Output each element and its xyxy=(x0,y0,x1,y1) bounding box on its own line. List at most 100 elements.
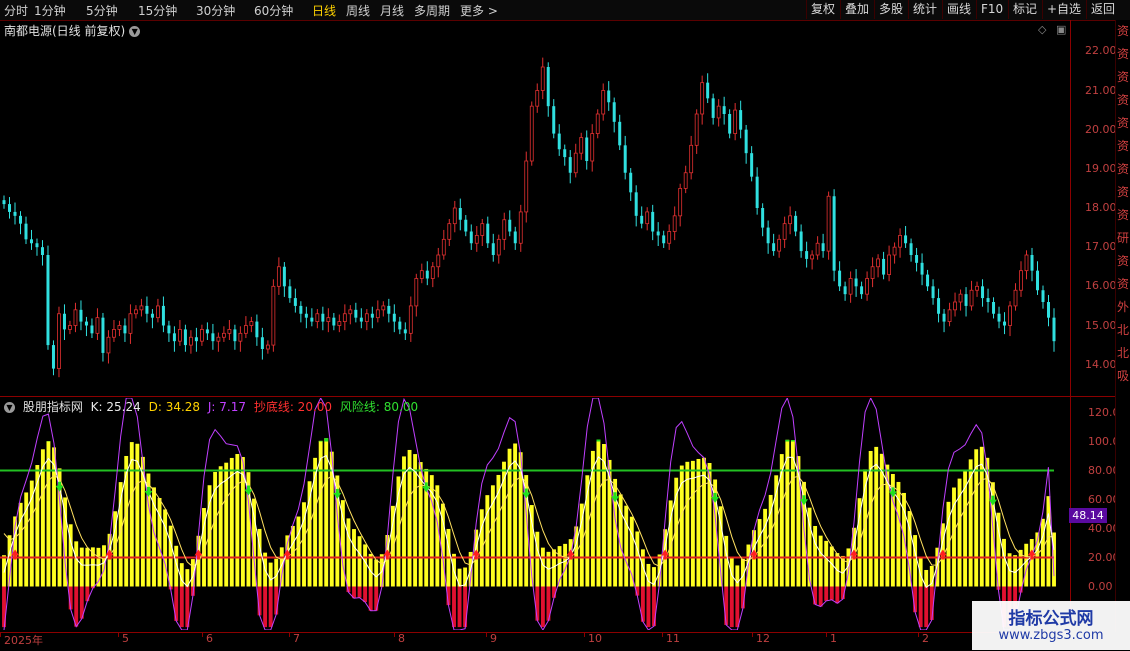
candle-body xyxy=(415,279,418,306)
date-label: 5 xyxy=(122,632,129,645)
indicator-bar xyxy=(763,509,767,587)
candle xyxy=(162,297,165,333)
indicator-bar xyxy=(635,531,639,586)
candle-body xyxy=(217,337,220,341)
indicator-bar-low xyxy=(363,587,367,603)
tab-60min[interactable]: 60分钟 xyxy=(254,2,293,19)
candle-body xyxy=(41,247,44,255)
tab-15min[interactable]: 15分钟 xyxy=(138,2,177,19)
candle-body xyxy=(508,220,511,232)
tab-1min[interactable]: 1分钟 xyxy=(34,2,66,19)
candle-body xyxy=(244,326,247,334)
side-strip-char: 北 xyxy=(1117,323,1130,337)
watermark: 指标公式网 www.zbgs3.com xyxy=(972,601,1130,650)
stock-title[interactable]: 南都电源(日线 前复权) ▼ xyxy=(4,22,140,39)
price-tick-label: 22.00 xyxy=(1085,44,1117,57)
add-watchlist-button[interactable]: +自选 xyxy=(1042,0,1085,19)
indicator-bar xyxy=(369,554,373,587)
bottom-line-value: 抄底线: 20.00 xyxy=(254,400,332,414)
draw-line-button[interactable]: 画线 xyxy=(942,0,975,19)
indicator-bar xyxy=(19,503,23,587)
candle xyxy=(63,304,66,340)
diamond-icon[interactable]: ◇ xyxy=(1038,23,1046,36)
candle xyxy=(299,301,302,322)
candle-body xyxy=(409,306,412,333)
candle-body xyxy=(360,318,363,322)
candle-body xyxy=(635,192,638,216)
candle xyxy=(673,206,676,240)
side-strip-char: 资 xyxy=(1117,162,1130,176)
candle xyxy=(96,308,99,340)
tab-more[interactable]: 更多 > xyxy=(460,2,498,19)
window-icon[interactable]: ▣ xyxy=(1056,23,1066,36)
candle-body xyxy=(272,286,275,345)
overlay-button[interactable]: 叠加 xyxy=(840,0,873,19)
candle xyxy=(1047,295,1050,326)
candle xyxy=(8,197,11,219)
chevron-down-icon[interactable]: ▼ xyxy=(129,26,140,37)
candle xyxy=(503,213,506,250)
back-button[interactable]: 返回 xyxy=(1086,0,1119,19)
indicator-bar xyxy=(169,526,173,587)
watermark-title: 指标公式网 xyxy=(972,604,1130,629)
tab-30min[interactable]: 30分钟 xyxy=(196,2,235,19)
restore-rights-button[interactable]: 复权 xyxy=(806,0,839,19)
indicator-bar xyxy=(85,548,89,587)
candle-body xyxy=(651,212,654,232)
candle xyxy=(107,330,110,363)
candle-body xyxy=(178,329,181,341)
candle xyxy=(937,289,940,323)
candle xyxy=(695,109,698,154)
candle xyxy=(624,136,627,179)
candle xyxy=(618,115,621,150)
candle-body xyxy=(266,345,269,349)
indicator-bar-low xyxy=(824,587,828,601)
indicator-bar xyxy=(830,546,834,586)
side-strip-char: 资 xyxy=(1117,47,1130,61)
candle xyxy=(679,184,682,227)
tab-5min[interactable]: 5分钟 xyxy=(86,2,118,19)
candle xyxy=(976,282,979,297)
candle-body xyxy=(921,263,924,275)
candle-body xyxy=(261,337,264,349)
candle xyxy=(156,299,159,323)
candle xyxy=(778,235,781,258)
candle xyxy=(173,326,176,351)
candle xyxy=(294,289,297,313)
candle xyxy=(530,101,533,165)
candle xyxy=(288,279,291,303)
candle-body xyxy=(497,239,500,255)
tab-daily[interactable]: 日线 xyxy=(312,2,336,19)
candle xyxy=(569,150,572,183)
mark-button[interactable]: 标记 xyxy=(1008,0,1041,19)
indicator-name: 股朋指标网 xyxy=(23,400,83,414)
candle xyxy=(728,109,731,138)
indicator-bar xyxy=(458,569,462,587)
tab-monthly[interactable]: 月线 xyxy=(380,2,404,19)
candle-body xyxy=(162,306,165,326)
indicator-chart[interactable] xyxy=(0,398,1070,630)
candle-body xyxy=(35,243,38,247)
chevron-down-icon[interactable]: ▼ xyxy=(4,402,15,413)
candle-body xyxy=(833,196,836,270)
indicator-bar-low xyxy=(919,587,923,628)
statistics-button[interactable]: 统计 xyxy=(908,0,941,19)
stock-title-text: 南都电源(日线 前复权) xyxy=(4,24,125,38)
candlestick-chart[interactable] xyxy=(0,20,1070,396)
date-tick xyxy=(918,632,919,637)
date-label: 8 xyxy=(398,632,405,645)
f10-button[interactable]: F10 xyxy=(976,0,1007,19)
candle xyxy=(739,101,742,139)
candle-body xyxy=(294,298,297,306)
risk-line-value: 风险线: 80.00 xyxy=(340,400,418,414)
candle xyxy=(24,217,27,244)
indicator-bar xyxy=(347,518,351,586)
tab-intraday[interactable]: 分时 xyxy=(4,2,28,19)
candle-body xyxy=(514,232,517,244)
tab-weekly[interactable]: 周线 xyxy=(346,2,370,19)
multi-stock-button[interactable]: 多股 xyxy=(874,0,907,19)
candle xyxy=(882,252,885,279)
candle xyxy=(1036,261,1039,295)
candle-body xyxy=(239,333,242,341)
tab-multi-period[interactable]: 多周期 xyxy=(414,2,450,19)
